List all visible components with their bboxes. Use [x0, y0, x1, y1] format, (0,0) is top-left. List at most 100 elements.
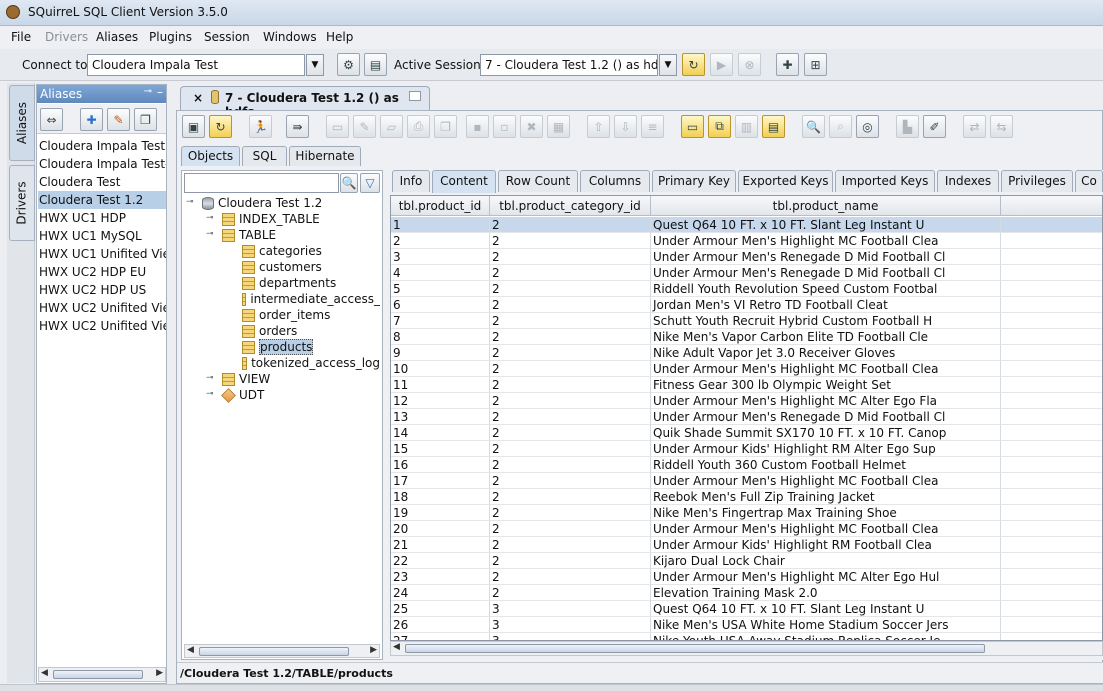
run-button[interactable]: ▶	[710, 53, 733, 76]
save-button[interactable]: ▪	[466, 115, 489, 138]
delete-button[interactable]: ✖	[520, 115, 543, 138]
tab-sql[interactable]: SQL	[242, 146, 287, 166]
table-row[interactable]: 26 3 Nike Men's USA White Home Stadium Soc…	[391, 617, 1102, 633]
grid-horizontal-scrollbar[interactable]: ◀	[390, 641, 1103, 656]
tree-node-table[interactable]: TABLE	[222, 227, 276, 243]
menu-plugins[interactable]: Plugins	[149, 30, 192, 44]
table-row[interactable]: 24 2 Elevation Training Mask 2.0	[391, 585, 1102, 601]
tree-view-button[interactable]: ▣	[182, 115, 205, 138]
menu-file[interactable]: File	[11, 30, 31, 44]
tab-aliases[interactable]: Aliases	[9, 85, 35, 161]
goto-button[interactable]: ⇛	[286, 115, 309, 138]
table-cell[interactable]: 2	[490, 249, 651, 265]
edit-file-button[interactable]: ✎	[353, 115, 376, 138]
table-row[interactable]: 2 2 Under Armour Men's Highlight MC Footba…	[391, 233, 1102, 249]
table-cell[interactable]: 2	[490, 281, 651, 297]
table-cell[interactable]: Under Armour Men's Highlight MC Alter Eg…	[651, 569, 1001, 585]
table-cell[interactable]: 3	[391, 249, 490, 265]
table-cell[interactable]: 3	[490, 617, 651, 633]
table-cell[interactable]: 5	[391, 281, 490, 297]
table-cell[interactable]: Quik Shade Summit SX170 10 FT. x 10 FT. …	[651, 425, 1001, 441]
table-cell[interactable]: 3	[490, 633, 651, 640]
table-cell[interactable]: 9	[391, 345, 490, 361]
table-cell[interactable]: 27	[391, 633, 490, 640]
table-cell[interactable]: 2	[490, 473, 651, 489]
table-cell[interactable]: Schutt Youth Recruit Hybrid Custom Footb…	[651, 313, 1001, 329]
tree-table-customers[interactable]: customers	[242, 259, 322, 275]
table-row[interactable]: 13 2 Under Armour Men's Renegade D Mid Foo…	[391, 409, 1102, 425]
column-header[interactable]: tbl.product_category_id	[490, 196, 651, 216]
tree-filter-button[interactable]: ▽	[360, 173, 380, 193]
table-cell[interactable]: 2	[490, 553, 651, 569]
refresh-tree-button[interactable]: ↻	[209, 115, 232, 138]
table-cell[interactable]: Elevation Training Mask 2.0	[651, 585, 1001, 601]
alias-item[interactable]: HWX UC2 Unifited View	[38, 317, 166, 335]
table-cell[interactable]: 10	[391, 361, 490, 377]
table-cell[interactable]: Nike Adult Vapor Jet 3.0 Receiver Gloves	[651, 345, 1001, 361]
table-cell[interactable]: Fitness Gear 300 lb Olympic Weight Set	[651, 377, 1001, 393]
table-row[interactable]: 8 2 Nike Men's Vapor Carbon Elite TD Footb…	[391, 329, 1102, 345]
table-cell[interactable]: 12	[391, 393, 490, 409]
table-cell[interactable]: 1	[391, 217, 490, 233]
clear-button[interactable]: ▦	[547, 115, 570, 138]
table-cell[interactable]: 2	[490, 505, 651, 521]
tree-table-categories[interactable]: categories	[242, 243, 322, 259]
scroll-thumb[interactable]	[53, 670, 143, 679]
table-row[interactable]: 25 3 Quest Q64 10 FT. x 10 FT. Slant Leg I…	[391, 601, 1102, 617]
table-cell[interactable]: Quest Q64 10 FT. x 10 FT. Slant Leg Inst…	[651, 217, 1001, 233]
expand-icon[interactable]: ⊸	[206, 389, 214, 399]
table-row[interactable]: 11 2 Fitness Gear 300 lb Olympic Weight Se…	[391, 377, 1102, 393]
tab-privileges[interactable]: Privileges	[1001, 170, 1073, 192]
refresh-session-button[interactable]: ↻	[682, 53, 705, 76]
table-row[interactable]: 4 2 Under Armour Men's Renegade D Mid Foot…	[391, 265, 1102, 281]
new-window-button-yellow[interactable]: ▭	[681, 115, 704, 138]
table-cell[interactable]: 2	[490, 377, 651, 393]
table-cell[interactable]: 2	[490, 329, 651, 345]
tree-table-intermediate-access[interactable]: intermediate_access_	[242, 291, 380, 307]
tree-table-order-items[interactable]: order_items	[242, 307, 330, 323]
connect-button[interactable]: ⚙	[337, 53, 360, 76]
bookmark-button[interactable]: ▤	[762, 115, 785, 138]
find-objects-button[interactable]: ⌕	[829, 115, 852, 138]
table-cell[interactable]: Riddell Youth Revolution Speed Custom Fo…	[651, 281, 1001, 297]
table-cell[interactable]: 2	[490, 345, 651, 361]
table-cell[interactable]: Under Armour Men's Highlight MC Football…	[651, 521, 1001, 537]
connect-to-combo[interactable]: Cloudera Impala Test	[87, 54, 305, 76]
tree-horizontal-scrollbar[interactable]: ◀ ▶	[184, 644, 380, 658]
table-row-selected[interactable]: 1 2 Quest Q64 10 FT. x 10 FT. Slant Leg In…	[391, 217, 1102, 233]
table-cell[interactable]: 2	[490, 521, 651, 537]
alias-item[interactable]: HWX UC1 HDP	[38, 209, 166, 227]
menu-help[interactable]: Help	[326, 30, 353, 44]
graph-button[interactable]: ◎	[856, 115, 879, 138]
tree-table-products[interactable]: products	[242, 339, 314, 355]
transfer-button[interactable]: ⇄	[963, 115, 986, 138]
alias-item[interactable]: Cloudera Impala Test-k	[38, 155, 166, 173]
tab-objects[interactable]: Objects	[181, 146, 240, 166]
table-cell[interactable]: Under Armour Men's Highlight MC Football…	[651, 473, 1001, 489]
table-cell[interactable]: Under Armour Men's Highlight MC Football…	[651, 361, 1001, 377]
table-cell[interactable]: Jordan Men's VI Retro TD Football Cleat	[651, 297, 1001, 313]
table-cell[interactable]: 18	[391, 489, 490, 505]
table-row[interactable]: 6 2 Jordan Men's VI Retro TD Football Clea…	[391, 297, 1102, 313]
table-cell[interactable]: 7	[391, 313, 490, 329]
bookmark-list-button[interactable]: ▙	[896, 115, 919, 138]
tab-drivers[interactable]: Drivers	[9, 165, 35, 241]
table-cell[interactable]: 14	[391, 425, 490, 441]
tab-row-count[interactable]: Row Count	[498, 170, 578, 192]
table-cell[interactable]: 2	[490, 361, 651, 377]
scroll-left-icon[interactable]: ◀	[393, 642, 400, 652]
table-cell[interactable]: 20	[391, 521, 490, 537]
scroll-left-icon[interactable]: ◀	[187, 645, 194, 655]
connect-alias-button[interactable]: ⇔	[40, 108, 63, 131]
search-button[interactable]: 🔍	[802, 115, 825, 138]
tab-co[interactable]: Co	[1075, 170, 1103, 192]
copy-button[interactable]: ❐	[434, 115, 457, 138]
table-cell[interactable]: Under Armour Kids' Highlight RM Alter Eg…	[651, 441, 1001, 457]
table-row[interactable]: 15 2 Under Armour Kids' Highlight RM Alter…	[391, 441, 1102, 457]
table-cell[interactable]: 2	[490, 393, 651, 409]
table-cell[interactable]: Nike Men's Fingertrap Max Training Shoe	[651, 505, 1001, 521]
table-cell[interactable]: 2	[490, 297, 651, 313]
table-cell[interactable]: 26	[391, 617, 490, 633]
save-as-button[interactable]: ▫	[493, 115, 516, 138]
tree-node-index-table[interactable]: INDEX_TABLE	[222, 211, 320, 227]
